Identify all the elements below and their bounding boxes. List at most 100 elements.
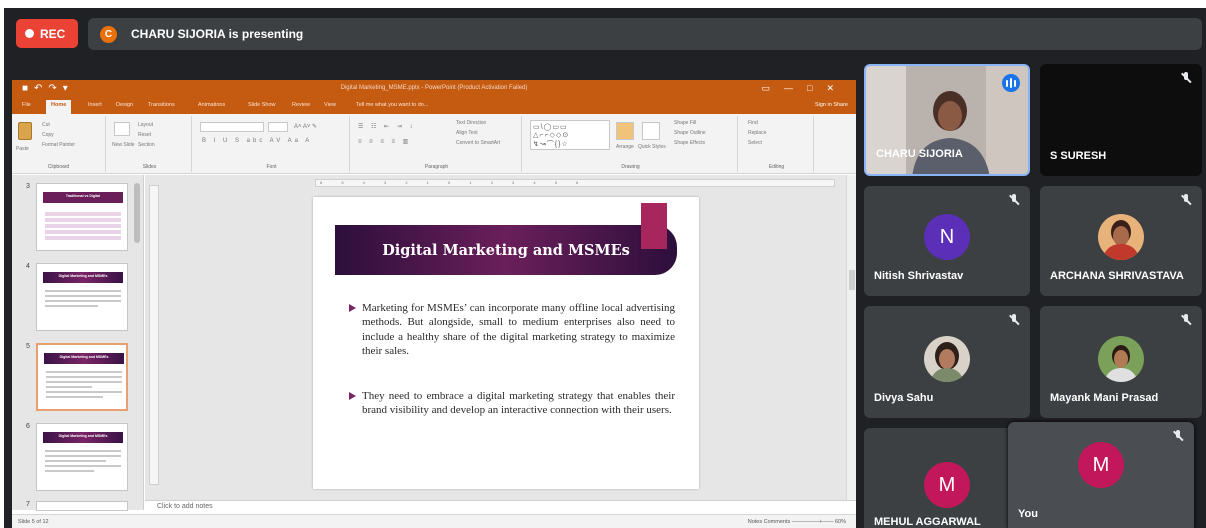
horizontal-ruler: 6 5 4 3 2 1 0 1 2 3 4 5 6 <box>315 179 835 187</box>
reset-button[interactable]: Reset <box>138 132 151 138</box>
quick-styles-icon[interactable] <box>642 122 660 140</box>
avatar: N <box>924 214 970 260</box>
canvas-scrollbar[interactable] <box>846 175 856 500</box>
mic-off-icon <box>1180 72 1192 84</box>
shape-fill-button[interactable]: Shape Fill <box>674 120 696 126</box>
ribbon-tabs: File Home Insert Design Transitions Anim… <box>12 98 856 114</box>
arrange-icon[interactable] <box>616 122 634 140</box>
quick-styles-button[interactable]: Quick Styles <box>638 144 666 150</box>
avatar <box>924 336 970 382</box>
new-slide-icon[interactable] <box>114 122 130 136</box>
cut-button[interactable]: Cut <box>42 122 50 128</box>
layout-button[interactable]: Layout <box>138 122 153 128</box>
participant-tile-nitish[interactable]: N Nitish Shrivastav <box>864 186 1030 296</box>
ribbon-group-paragraph: ☰ ☷ ⇤ ⇥ ↕ ≡ ≡ ≡ ≡ ▥ Text Direction Align… <box>352 116 522 172</box>
presenting-banner: C CHARU SIJORIA is presenting <box>88 18 1202 50</box>
tab-view[interactable]: View <box>324 102 336 108</box>
current-slide[interactable]: Digital Marketing and MSMEs Marketing fo… <box>313 197 699 489</box>
participant-tile-self[interactable]: M You <box>1008 422 1194 528</box>
thumb-number: 6 <box>26 423 30 430</box>
list-buttons[interactable]: ☰ ☷ ⇤ ⇥ ↕ <box>358 123 415 130</box>
participant-name: Divya Sahu <box>874 392 934 404</box>
format-painter-button[interactable]: Format Painter <box>42 142 75 148</box>
thumb-title-band: Traditional vs Digital <box>43 192 123 203</box>
ribbon-group-font: A˄ A˅ ✎ B I U S abc AV Aa A Font <box>194 116 350 172</box>
ribbon-group-label: Paragraph <box>424 164 449 170</box>
slide-bullet[interactable]: Marketing for MSMEs’ can incorporate man… <box>349 301 675 358</box>
new-slide-button[interactable]: New Slide <box>112 142 135 148</box>
speaking-indicator-icon <box>1002 74 1020 92</box>
avatar: M <box>924 462 970 508</box>
font-grow-shrink[interactable]: A˄ A˅ ✎ <box>294 123 317 130</box>
bullet-arrow-icon <box>349 392 356 400</box>
participant-tile-mehul[interactable]: M MEHUL AGGARWAL <box>864 428 1030 528</box>
sign-in-share[interactable]: Sign in Share <box>815 102 848 108</box>
tab-insert[interactable]: Insert <box>88 102 102 108</box>
mic-off-icon <box>1008 194 1020 206</box>
participant-name: MEHUL AGGARWAL <box>874 516 981 528</box>
recording-indicator[interactable]: REC <box>16 19 78 48</box>
ribbon-group-drawing: ▭\◯▭▭ △⌐⌐◇◇⊙ ↯↝⌒{}☆ Arrange Quick Styles S… <box>524 116 738 172</box>
tab-animations[interactable]: Animations <box>198 102 225 108</box>
avatar: M <box>1078 442 1124 488</box>
paste-icon[interactable] <box>18 122 32 140</box>
tab-transitions[interactable]: Transitions <box>148 102 175 108</box>
font-style-buttons[interactable]: B I U S abc AV Aa A <box>202 138 312 144</box>
tab-design[interactable]: Design <box>116 102 133 108</box>
slide-thumbnail[interactable] <box>36 501 128 511</box>
participant-tile-divya[interactable]: Divya Sahu <box>864 306 1030 418</box>
avatar <box>1098 336 1144 382</box>
slide-thumbnail[interactable]: Digital Marketing and MSMEs <box>36 423 128 491</box>
convert-smartart-button[interactable]: Convert to SmartArt <box>456 140 500 146</box>
shape-effects-button[interactable]: Shape Effects <box>674 140 705 146</box>
shapes-gallery[interactable]: ▭\◯▭▭ △⌐⌐◇◇⊙ ↯↝⌒{}☆ <box>530 120 610 150</box>
align-buttons[interactable]: ≡ ≡ ≡ ≡ ▥ <box>358 138 411 145</box>
tab-file[interactable]: File <box>22 102 31 108</box>
window-controls: ▭—□✕ <box>761 83 848 93</box>
slide-thumbnail[interactable]: Digital Marketing and MSMEs <box>36 263 128 331</box>
participant-tile-charu[interactable]: CHARU SIJORIA <box>864 64 1030 176</box>
participant-name: You <box>1018 508 1038 520</box>
thumb-number: 5 <box>26 343 30 350</box>
tab-slide-show[interactable]: Slide Show <box>248 102 276 108</box>
arrange-button[interactable]: Arrange <box>616 144 634 150</box>
meet-window: REC C CHARU SIJORIA is presenting ■↶↷▾ D… <box>4 8 1206 528</box>
font-size-select[interactable] <box>268 122 288 132</box>
thumbnail-scrollbar[interactable] <box>134 183 140 243</box>
shape-outline-button[interactable]: Shape Outline <box>674 130 706 136</box>
participant-name: S SURESH <box>1050 150 1107 162</box>
participant-name: CHARU SIJORIA <box>876 148 963 160</box>
slide-counter: Slide 5 of 12 <box>18 519 49 525</box>
find-button[interactable]: Find <box>748 120 758 126</box>
replace-button[interactable]: Replace <box>748 130 766 136</box>
slide-thumbnail-selected[interactable]: Digital Marketing and MSMEs <box>36 343 128 411</box>
slide-bullet[interactable]: They need to embrace a digital marketing… <box>349 389 675 418</box>
tell-me-box[interactable]: Tell me what you want to do... <box>356 102 428 108</box>
font-name-select[interactable] <box>200 122 264 132</box>
tab-home[interactable]: Home <box>46 100 72 114</box>
record-dot-icon <box>25 29 34 38</box>
thumb-title-band: Digital Marketing and MSMEs <box>43 432 123 443</box>
ppt-window-title: Digital Marketing_MSME.pptx - PowerPoint… <box>340 85 528 91</box>
thumb-text <box>45 290 121 310</box>
participant-tile-archana[interactable]: ARCHANA SHRIVASTAVA <box>1040 186 1202 296</box>
align-text-button[interactable]: Align Text <box>456 130 478 136</box>
scroll-thumb[interactable] <box>849 270 855 290</box>
mic-off-icon <box>1180 314 1192 326</box>
section-button[interactable]: Section <box>138 142 155 148</box>
paste-button[interactable]: Paste <box>16 146 29 152</box>
ribbon-group-clipboard: Paste Cut Copy Format Painter Clipboard <box>12 116 106 172</box>
notes-pane[interactable]: Click to add notes <box>145 500 856 514</box>
participant-tile-suresh[interactable]: S SURESH <box>1040 64 1202 176</box>
copy-button[interactable]: Copy <box>42 132 54 138</box>
status-controls[interactable]: Notes Comments —————+—— 60% <box>748 519 846 525</box>
select-button[interactable]: Select <box>748 140 762 146</box>
tab-review[interactable]: Review <box>292 102 310 108</box>
slide-title[interactable]: Digital Marketing and MSMEs <box>335 225 677 275</box>
thumb-text <box>45 450 121 475</box>
slide-thumbnail[interactable]: Traditional vs Digital <box>36 183 128 251</box>
ribbon-group-label: Clipboard <box>47 164 70 170</box>
thumb-title: Traditional vs Digital <box>65 194 101 198</box>
participant-tile-mayank[interactable]: Mayank Mani Prasad <box>1040 306 1202 418</box>
text-direction-button[interactable]: Text Direction <box>456 120 486 126</box>
